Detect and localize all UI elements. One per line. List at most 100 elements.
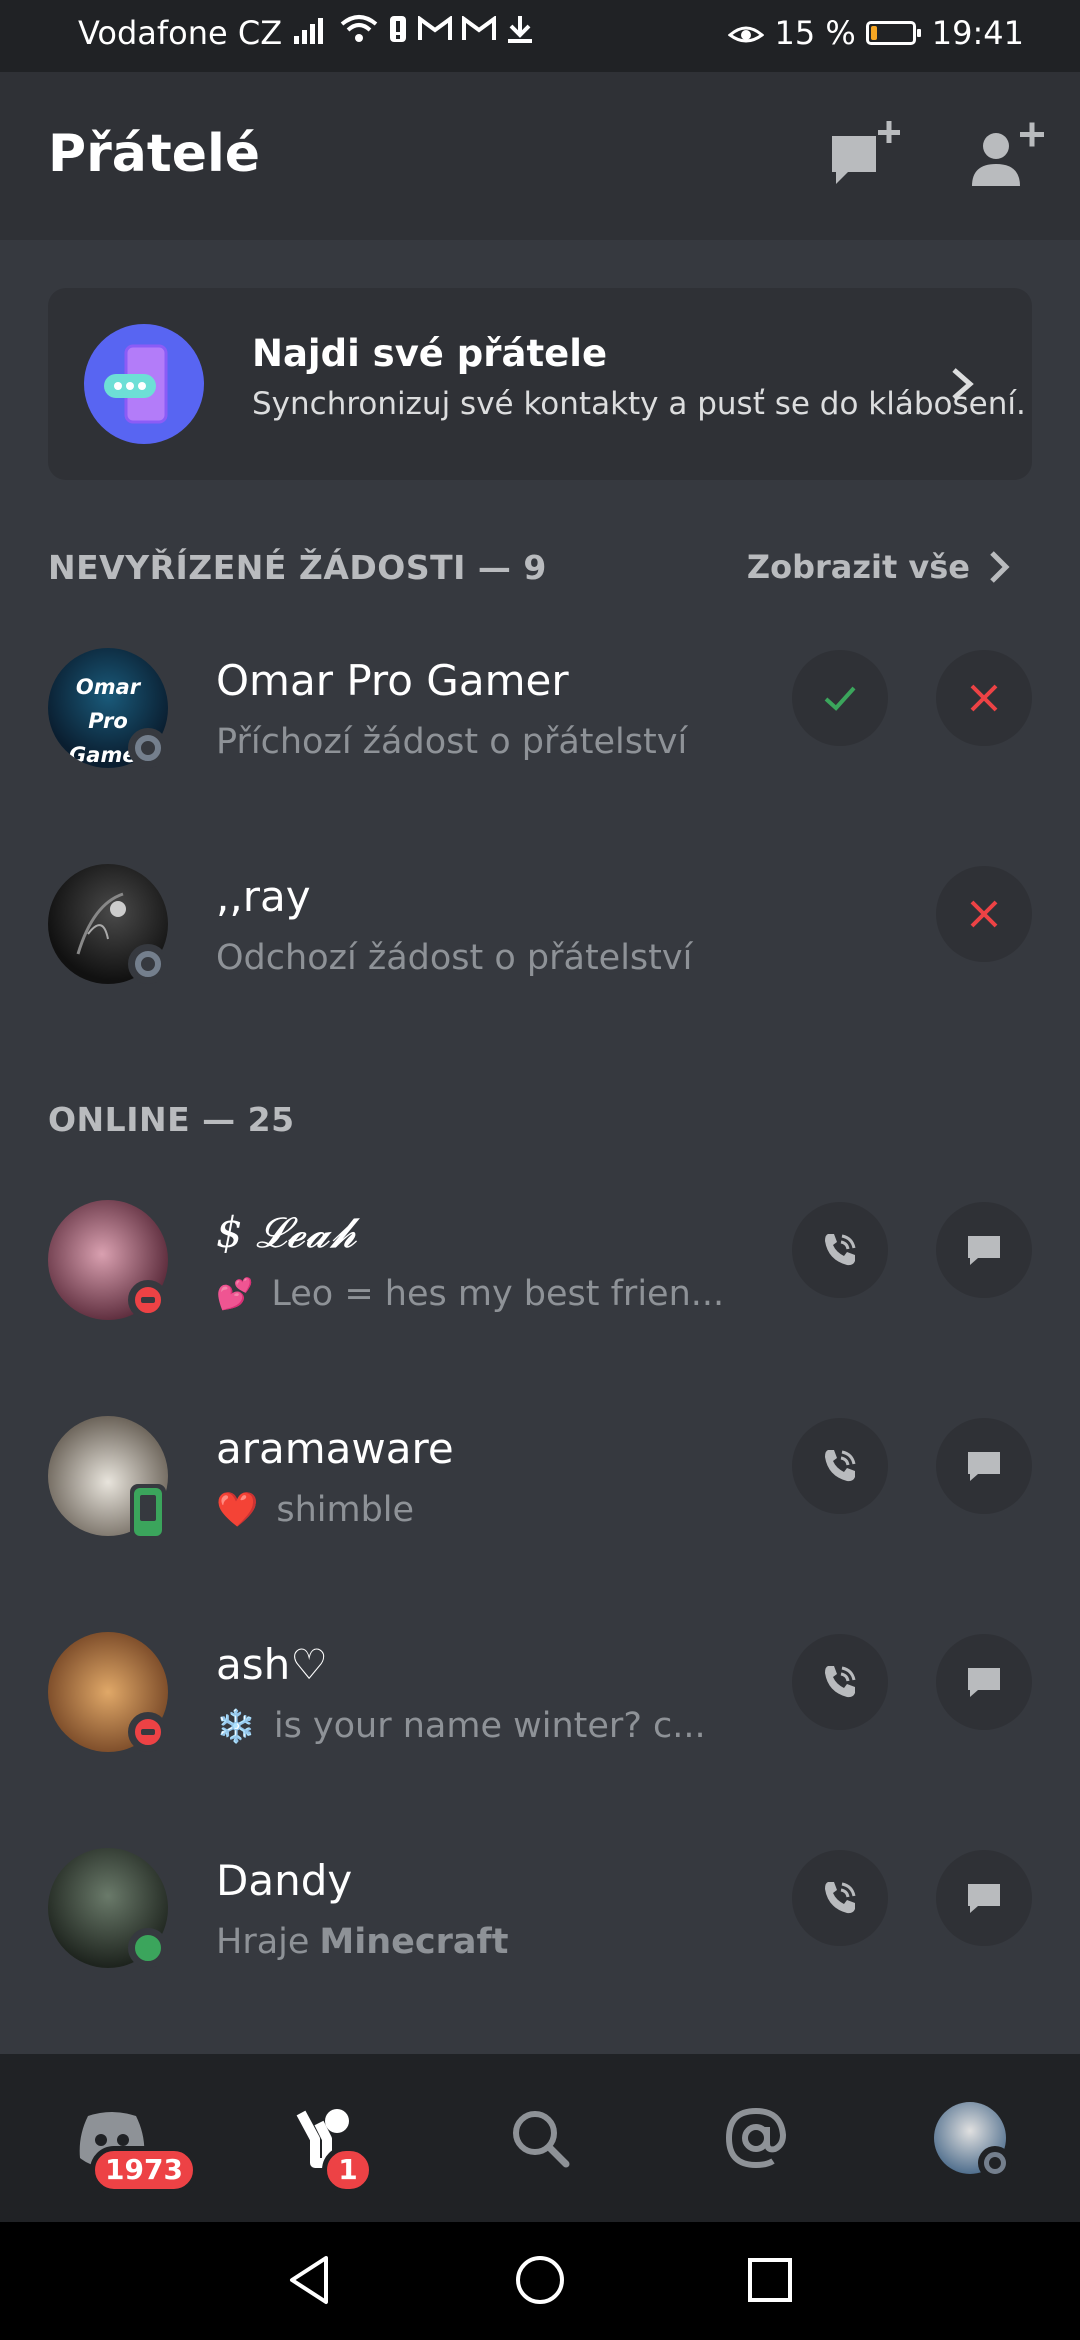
accept-button[interactable] [792, 650, 888, 746]
status-dnd [128, 1712, 168, 1752]
see-all-link[interactable]: Zobrazit vše [747, 548, 1012, 586]
decline-button[interactable] [936, 650, 1032, 746]
system-nav-bar [0, 2222, 1080, 2340]
clock: 19:41 [931, 14, 1024, 52]
recents-icon[interactable] [740, 2250, 800, 2310]
gmail-icon [462, 16, 496, 40]
call-button[interactable] [792, 1634, 888, 1730]
find-friends-title: Najdi své přátele [252, 332, 608, 375]
status-text: Leo = hes my best frien... [271, 1274, 725, 1314]
contacts-sync-icon [84, 324, 204, 444]
status-text: is your name winter? c... [273, 1706, 706, 1746]
user-name: ,,ray [216, 872, 311, 921]
status-right: 15 % 19:41 [728, 14, 1024, 52]
pending-heading: NEVYŘÍZENÉ ŽÁDOSTI — 9 [48, 548, 547, 587]
user-name: ash♡ [216, 1640, 328, 1689]
status-text: shimble [276, 1490, 415, 1530]
chevron-right-icon [952, 368, 974, 400]
message-icon [968, 1884, 1000, 1913]
close-icon [970, 684, 998, 712]
profile-avatar [934, 2102, 1012, 2180]
status-mobile [130, 1484, 166, 1540]
nav-mentions[interactable] [708, 2090, 804, 2186]
user-name: $ 𝓛𝓮𝓪𝓱 [216, 1208, 357, 1257]
status-online [128, 1928, 168, 1968]
back-icon[interactable] [280, 2250, 340, 2310]
find-friends-subtitle: Synchronizuj své kontakty a pusť se do k… [252, 386, 1026, 422]
new-group-dm-button[interactable] [826, 116, 906, 196]
wifi-icon [340, 15, 378, 42]
notification-badge: 1 [322, 2146, 374, 2194]
page-title: Přátelé [48, 124, 261, 184]
mention-icon [725, 2107, 787, 2169]
phone-call-icon [825, 1666, 856, 1698]
call-button[interactable] [792, 1418, 888, 1514]
status-emoji: ❄️ [216, 1707, 256, 1745]
app-header: Přátelé [0, 72, 1080, 240]
check-icon [824, 686, 856, 711]
battery-percent: 15 % [774, 14, 856, 52]
status-icons [294, 14, 534, 44]
custom-status: ❤️ shimble [216, 1490, 414, 1530]
status-bar: Vodafone CZ 15 % 19:41 [0, 0, 1080, 72]
add-friend-button[interactable] [966, 116, 1046, 196]
status-offline [128, 944, 168, 984]
call-button[interactable] [792, 1202, 888, 1298]
message-button[interactable] [936, 1202, 1032, 1298]
friend-row[interactable]: ash♡ ❄️ is your name winter? c... [0, 1632, 1080, 1792]
phone-call-icon [825, 1882, 856, 1914]
battery-icon [865, 21, 921, 45]
message-button[interactable] [936, 1850, 1032, 1946]
add-friend-icon [972, 122, 1044, 186]
carrier-name: Vodafone CZ [78, 14, 283, 52]
download-icon [508, 16, 532, 43]
nav-profile[interactable] [922, 2090, 1018, 2186]
battery-fill [870, 26, 877, 40]
custom-status: ❄️ is your name winter? c... [216, 1706, 706, 1746]
pending-request-row[interactable]: Omar Pro Gamer Omar Pro Gamer Příchozí ž… [0, 648, 1080, 808]
custom-status: 💕 Leo = hes my best frien... [216, 1274, 724, 1314]
close-icon [970, 900, 998, 928]
nav-search[interactable] [492, 2090, 588, 2186]
chevron-right-icon [990, 551, 1010, 583]
message-button[interactable] [936, 1418, 1032, 1514]
status-dnd [128, 1280, 168, 1320]
call-button[interactable] [792, 1850, 888, 1946]
user-name: Omar Pro Gamer [216, 656, 569, 705]
bottom-nav: 1973 1 [0, 2054, 1080, 2222]
friend-row[interactable]: aramaware ❤️ shimble [0, 1416, 1080, 1576]
online-heading: ONLINE — 25 [48, 1100, 295, 1139]
nav-home[interactable]: 1973 [64, 2090, 198, 2194]
search-icon [513, 2111, 570, 2168]
friend-row[interactable]: $ 𝓛𝓮𝓪𝓱 💕 Leo = hes my best frien... [0, 1200, 1080, 1360]
notification-badge: 1973 [90, 2146, 198, 2194]
alert-icon [390, 16, 406, 42]
activity-prefix: Hraje [216, 1922, 310, 1962]
status-emoji: 💕 [216, 1276, 254, 1312]
phone-call-icon [825, 1450, 856, 1482]
status-offline [978, 2146, 1012, 2180]
cancel-request-button[interactable] [936, 866, 1032, 962]
phone-call-icon [825, 1234, 856, 1266]
eye-comfort-icon [728, 26, 765, 43]
user-name: Dandy [216, 1856, 353, 1905]
message-button[interactable] [936, 1634, 1032, 1730]
new-group-dm-icon [832, 121, 900, 184]
message-icon [968, 1452, 1000, 1481]
home-icon[interactable] [510, 2250, 570, 2310]
request-type: Odchozí žádost o přátelství [216, 938, 693, 978]
message-icon [968, 1668, 1000, 1697]
request-type: Příchozí žádost o přátelství [216, 722, 688, 762]
activity-name: Minecraft [319, 1922, 509, 1962]
activity-status: Hraje Minecraft [216, 1922, 509, 1962]
message-icon [968, 1236, 1000, 1265]
gmail-icon [418, 16, 452, 40]
see-all-label: Zobrazit vše [746, 548, 970, 586]
friend-row[interactable]: Dandy Hraje Minecraft [0, 1848, 1080, 2008]
signal-icon [294, 18, 323, 44]
user-name: aramaware [216, 1424, 454, 1473]
pending-request-row[interactable]: ,,ray Odchozí žádost o přátelství [0, 864, 1080, 1024]
nav-friends[interactable]: 1 [280, 2090, 376, 2194]
find-friends-card[interactable]: Najdi své přátele Synchronizuj své konta… [48, 288, 1032, 480]
status-emoji: ❤️ [216, 1490, 259, 1530]
